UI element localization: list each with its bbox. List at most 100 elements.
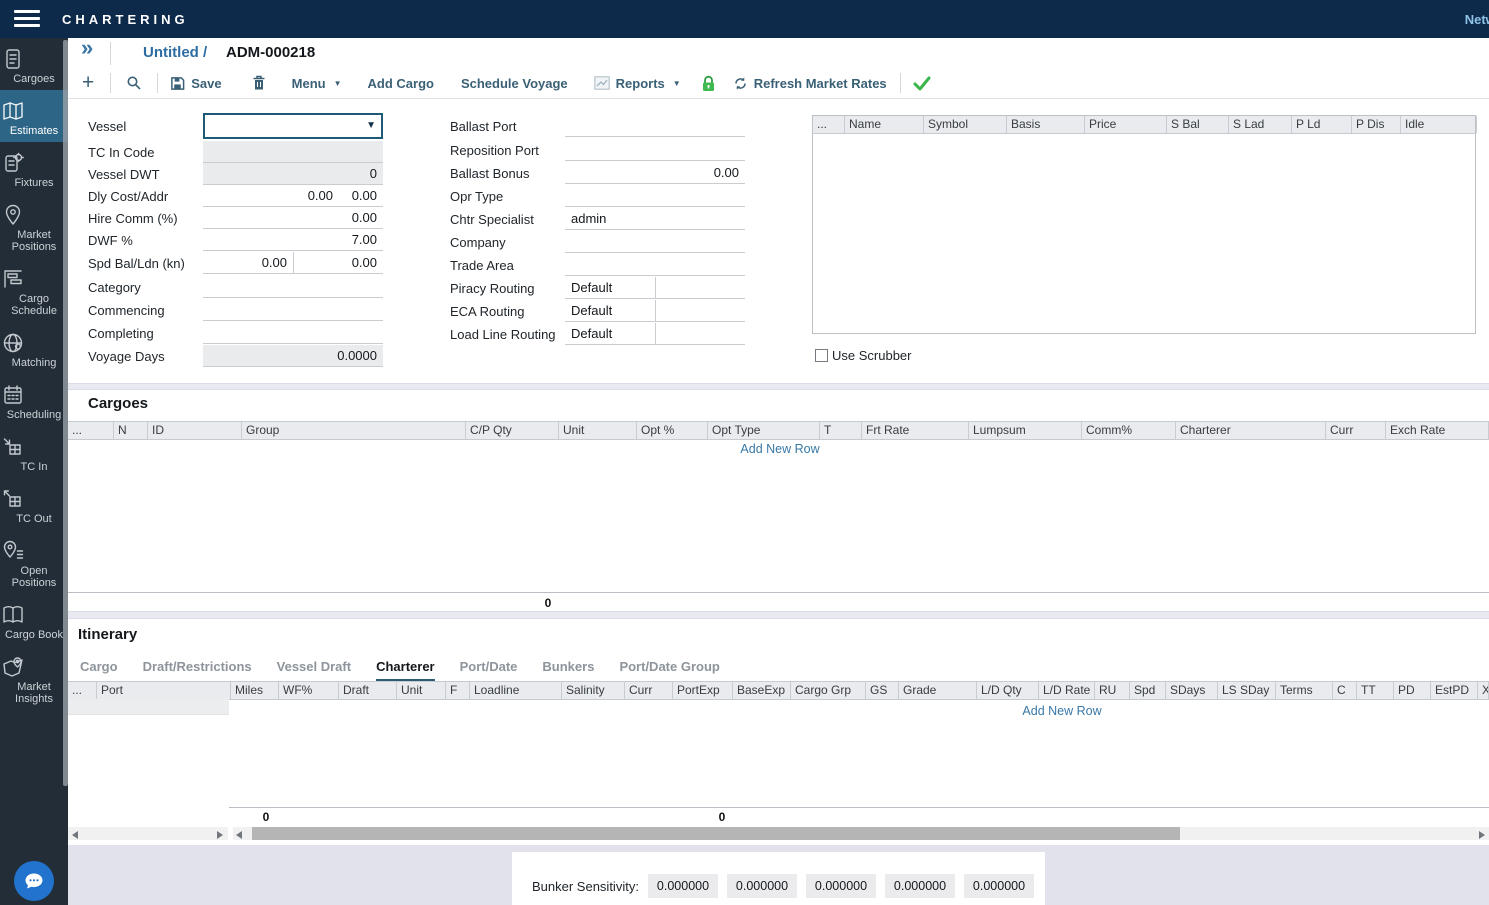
piracy-routing-extra-field[interactable] (655, 277, 745, 299)
hire-comm-field[interactable]: 0.00 (203, 207, 383, 229)
column-header-price[interactable]: Price (1085, 116, 1167, 133)
sidebar-scrollbar[interactable] (63, 40, 68, 786)
column-header-[interactable]: ... (68, 422, 114, 439)
expand-panel-button[interactable]: » (81, 35, 91, 61)
dwf-field[interactable]: 7.00 (203, 229, 383, 251)
use-scrubber-checkbox[interactable] (815, 349, 828, 362)
cargoes-add-new-row-link[interactable]: Add New Row (740, 442, 819, 456)
column-header-loadline[interactable]: Loadline (470, 682, 562, 699)
column-header-draft[interactable]: Draft (339, 682, 397, 699)
column-header-[interactable]: ... (813, 116, 845, 133)
column-header-ru[interactable]: RU (1095, 682, 1130, 699)
network-link[interactable]: Network (1465, 12, 1489, 27)
opr-type-field[interactable] (565, 185, 745, 207)
column-header-basis[interactable]: Basis (1007, 116, 1085, 133)
sidebar-item-scheduling[interactable]: Scheduling (0, 374, 68, 426)
column-header-s-lad[interactable]: S Lad (1229, 116, 1292, 133)
column-header-p-dis[interactable]: P Dis (1352, 116, 1401, 133)
column-header-opt-type[interactable]: Opt Type (708, 422, 820, 439)
save-button[interactable]: Save (170, 76, 221, 91)
column-header-t[interactable]: T (820, 422, 862, 439)
column-header-exch-rate[interactable]: Exch Rate (1386, 422, 1489, 439)
column-header-baseexp[interactable]: BaseExp (733, 682, 791, 699)
scroll-left-arrow[interactable] (236, 831, 242, 839)
trade-area-field[interactable] (565, 254, 745, 276)
sidebar-item-cargo-book[interactable]: Cargo Book (0, 594, 68, 646)
sidebar-item-tc-in[interactable]: TC In (0, 426, 68, 478)
column-header-symbol[interactable]: Symbol (924, 116, 1007, 133)
new-estimate-button[interactable]: + (82, 71, 94, 95)
column-header-l-d-qty[interactable]: L/D Qty (977, 682, 1039, 699)
column-header-n[interactable]: N (114, 422, 148, 439)
dly-cost-addr-field[interactable]: 0.00 0.00 (203, 185, 383, 207)
column-header-salinity[interactable]: Salinity (562, 682, 625, 699)
column-header-curr[interactable]: Curr (625, 682, 673, 699)
column-header-frt-rate[interactable]: Frt Rate (862, 422, 969, 439)
search-button[interactable] (126, 75, 142, 91)
column-header-gs[interactable]: GS (866, 682, 899, 699)
tab-cargo[interactable]: Cargo (80, 659, 118, 682)
chtr-specialist-field[interactable]: admin (565, 208, 745, 230)
spd-ldn-field[interactable]: 0.00 (293, 252, 383, 274)
frozen-columns-scrollbar[interactable] (68, 827, 228, 840)
menu-button[interactable]: Menu▼ (292, 76, 342, 91)
column-header-f[interactable]: F (446, 682, 470, 699)
sidebar-item-cargo-schedule[interactable]: Cargo Schedule (0, 258, 68, 322)
column-header-spd[interactable]: Spd (1130, 682, 1166, 699)
column-header-unit[interactable]: Unit (559, 422, 637, 439)
column-header-lumpsum[interactable]: Lumpsum (969, 422, 1082, 439)
column-header-tt[interactable]: TT (1357, 682, 1394, 699)
column-header-c-p-qty[interactable]: C/P Qty (466, 422, 559, 439)
sidebar-item-estimates[interactable]: Estimates (0, 90, 68, 142)
company-field[interactable] (565, 231, 745, 253)
column-header-ls-sday[interactable]: LS SDay (1218, 682, 1276, 699)
reports-button[interactable]: Reports▼ (594, 76, 681, 91)
column-header-terms[interactable]: Terms (1276, 682, 1333, 699)
reposition-port-field[interactable] (565, 139, 745, 161)
sidebar-item-cargoes[interactable]: Cargoes (0, 38, 68, 90)
column-header-s-bal[interactable]: S Bal (1167, 116, 1229, 133)
sidebar-item-open-positions[interactable]: Open Positions (0, 530, 68, 594)
eca-routing-field[interactable]: Default (565, 300, 655, 322)
column-header-unit[interactable]: Unit (397, 682, 446, 699)
validate-button[interactable] (913, 76, 931, 91)
column-header-comm[interactable]: Comm% (1082, 422, 1176, 439)
column-header-estpd[interactable]: EstPD (1431, 682, 1478, 699)
load-line-routing-extra-field[interactable] (655, 323, 745, 345)
chat-button[interactable] (14, 861, 54, 901)
sidebar-item-tc-out[interactable]: TC Out (0, 478, 68, 530)
scrollbar-thumb[interactable] (252, 827, 1180, 840)
category-field[interactable] (203, 276, 383, 298)
column-header-c[interactable]: C (1333, 682, 1357, 699)
section-splitter[interactable] (68, 383, 1489, 390)
sidebar-item-matching[interactable]: Matching (0, 322, 68, 374)
ballast-port-field[interactable] (565, 115, 745, 137)
column-header-p-ld[interactable]: P Ld (1292, 116, 1352, 133)
ballast-bonus-field[interactable]: 0.00 (565, 162, 745, 184)
column-header-[interactable]: ... (68, 682, 97, 699)
tab-charterer[interactable]: Charterer (376, 659, 435, 682)
column-header-charterer[interactable]: Charterer (1176, 422, 1326, 439)
tab-vessel-draft[interactable]: Vessel Draft (277, 659, 351, 682)
add-cargo-button[interactable]: Add Cargo (368, 76, 434, 91)
scroll-left-arrow[interactable] (72, 831, 78, 839)
column-header-grade[interactable]: Grade (899, 682, 977, 699)
column-header-wf[interactable]: WF% (279, 682, 339, 699)
tab-bunkers[interactable]: Bunkers (542, 659, 594, 682)
column-header-cargo-grp[interactable]: Cargo Grp (791, 682, 866, 699)
hamburger-menu-button[interactable] (14, 10, 40, 31)
schedule-voyage-button[interactable]: Schedule Voyage (461, 76, 568, 91)
column-header-opt[interactable]: Opt % (637, 422, 708, 439)
column-header-name[interactable]: Name (845, 116, 924, 133)
tab-draft-restrictions[interactable]: Draft/Restrictions (143, 659, 252, 682)
load-line-routing-field[interactable]: Default (565, 323, 655, 345)
itinerary-add-new-row-link[interactable]: Add New Row (1022, 704, 1101, 718)
piracy-routing-field[interactable]: Default (565, 277, 655, 299)
column-header-curr[interactable]: Curr (1326, 422, 1386, 439)
column-header-x[interactable]: X (1478, 682, 1489, 699)
column-header-miles[interactable]: Miles (231, 682, 279, 699)
lock-button[interactable] (700, 75, 717, 92)
column-header-idle[interactable]: Idle (1401, 116, 1477, 133)
completing-field[interactable] (203, 322, 383, 344)
column-header-sdays[interactable]: SDays (1166, 682, 1218, 699)
